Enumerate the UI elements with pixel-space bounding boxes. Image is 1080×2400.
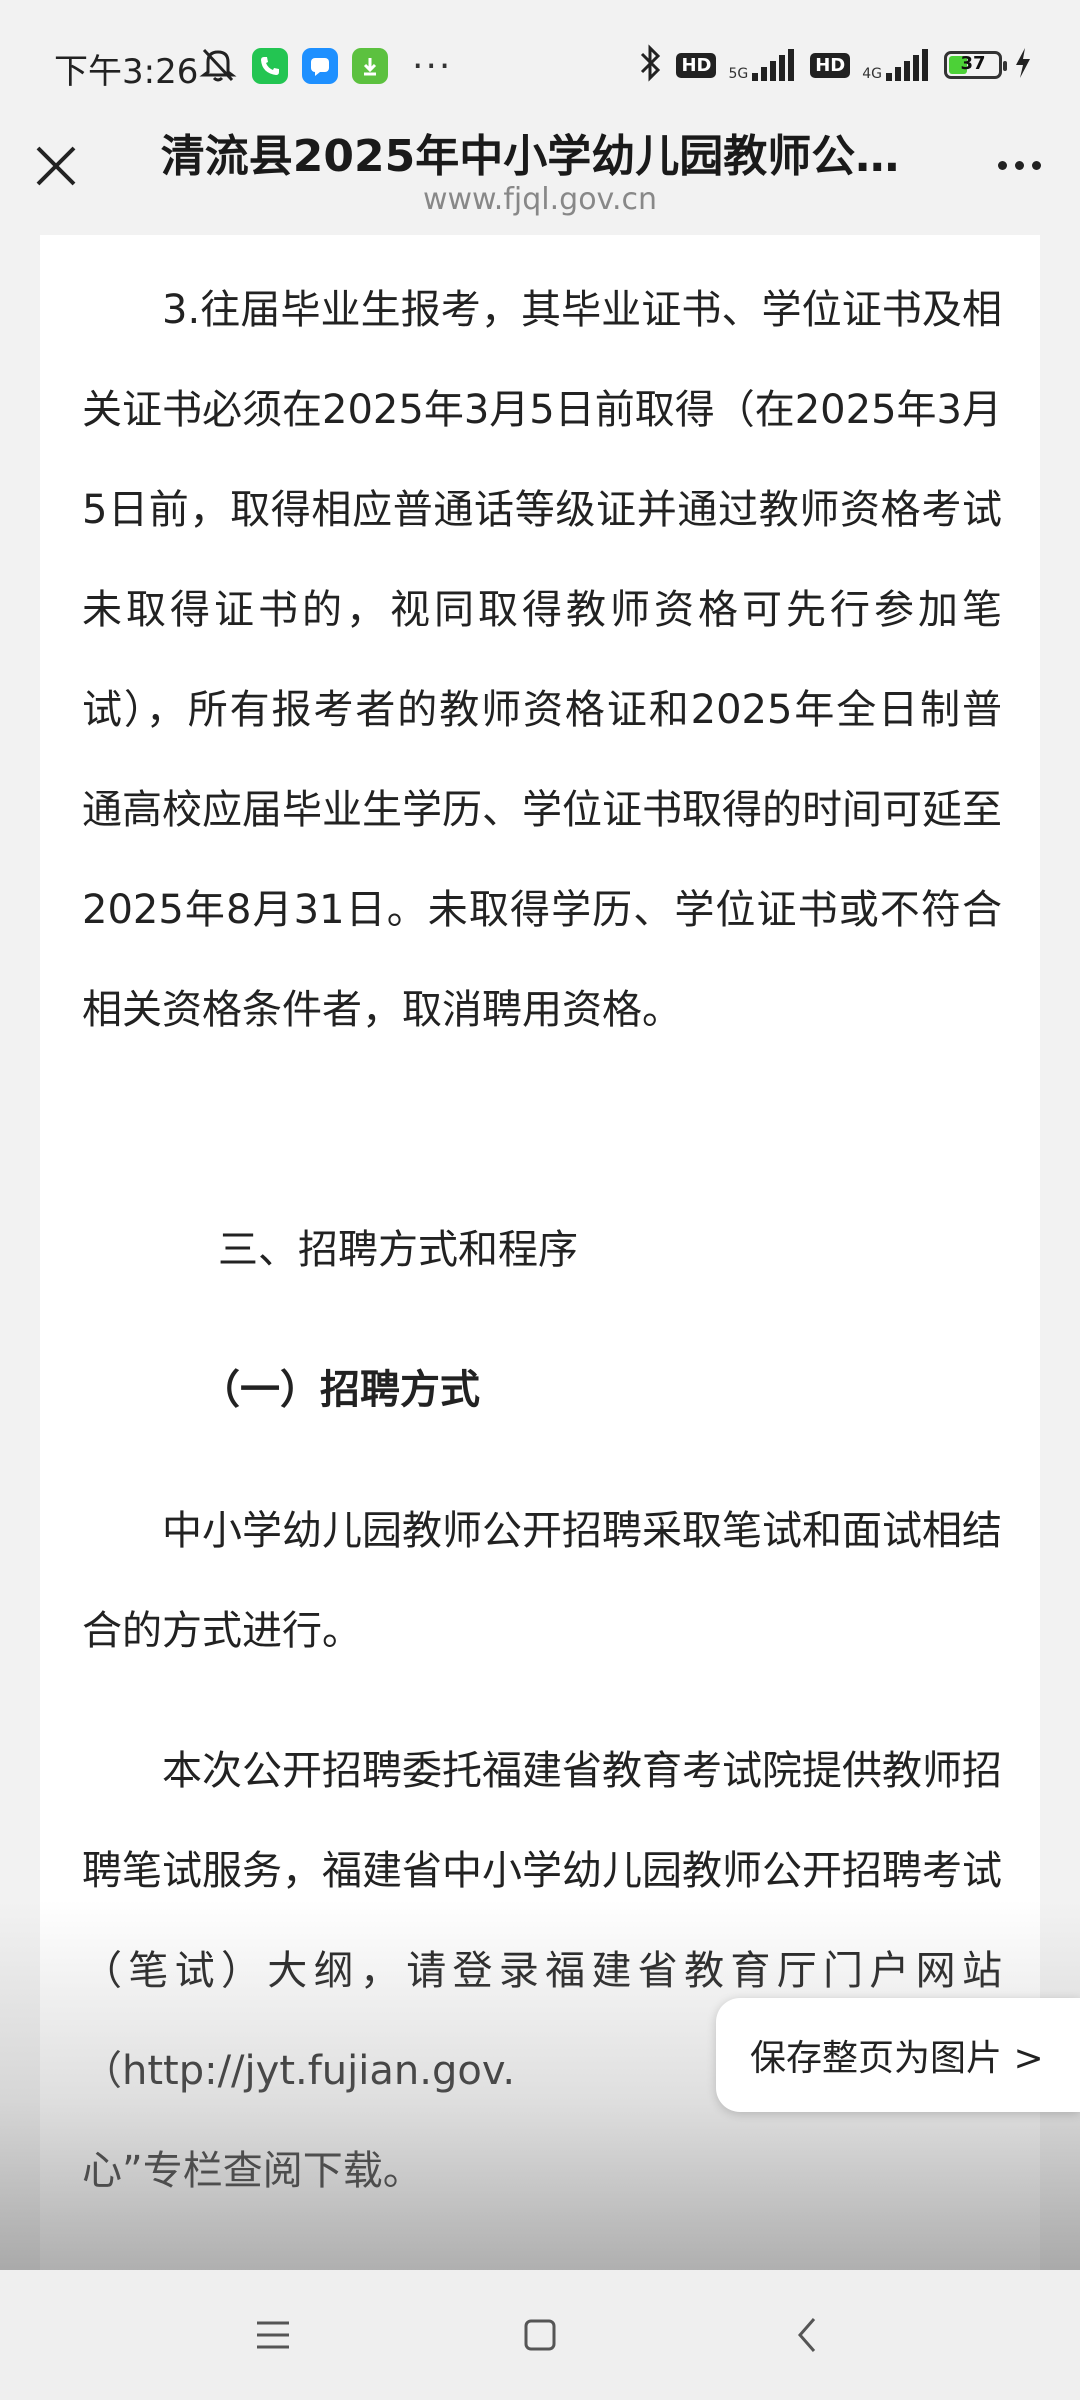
menu-nav-button[interactable] [238,2300,308,2370]
home-icon [524,2319,556,2351]
bluetooth-icon [636,44,664,86]
article-content: 3.往届毕业生报考，其毕业证书、学位证书及相关证书必须在2025年3月5日前取得… [40,235,1040,2270]
menu-icon [257,2321,290,2349]
status-right-icons: HD 5G HD 4G 37 [636,44,1032,86]
more-dot-icon [997,160,1007,170]
save-page-as-image-button[interactable]: 保存整页为图片 > [716,1998,1080,2112]
mute-bell-icon [198,44,238,88]
page-title: 清流县2025年中小学幼儿园教师公… [160,131,900,182]
phone-app-icon [252,48,288,84]
back-icon [797,2318,815,2352]
navigation-bar [0,2270,1080,2400]
network-4g-label: 4G [862,66,882,82]
status-time: 下午3:26 [54,52,199,92]
page-url: www.fjql.gov.cn [422,182,658,217]
network-5g-label: 5G [728,66,749,82]
hd-badge-2: HD [810,52,851,78]
download-app-icon [352,48,388,84]
battery-level: 37 [960,53,986,74]
article-paragraph: 心”专栏查阅下载。 [82,2148,423,2194]
browser-title-bar: 清流县2025年中小学幼儿园教师公… www.fjql.gov.cn [0,110,1080,235]
back-nav-button[interactable] [772,2300,842,2370]
signal-icon: 5G [728,49,798,81]
status-left-icons: ··· [198,44,452,88]
signal-icon-2: 4G [862,49,932,81]
message-app-icon [302,48,338,84]
sub-heading: （一）招聘方式 [200,1367,480,1413]
hd-badge: HD [676,52,717,78]
close-icon [36,146,76,186]
home-nav-button[interactable] [505,2300,575,2370]
charging-icon [1014,46,1032,84]
article-paragraph: 3.往届毕业生报考，其毕业证书、学位证书及相关证书必须在2025年3月5日前取得… [82,287,1002,1033]
more-dot-icon [1031,160,1041,170]
battery-icon: 37 [944,51,1007,79]
more-icon: ··· [412,45,453,87]
more-menu-button[interactable] [984,140,1054,190]
more-dot-icon [1014,160,1024,170]
article-paragraph: 中小学幼儿园教师公开招聘采取笔试和面试相结合的方式进行。 [82,1508,1002,1654]
close-button[interactable] [28,138,84,194]
section-heading: 三、招聘方式和程序 [218,1227,578,1273]
